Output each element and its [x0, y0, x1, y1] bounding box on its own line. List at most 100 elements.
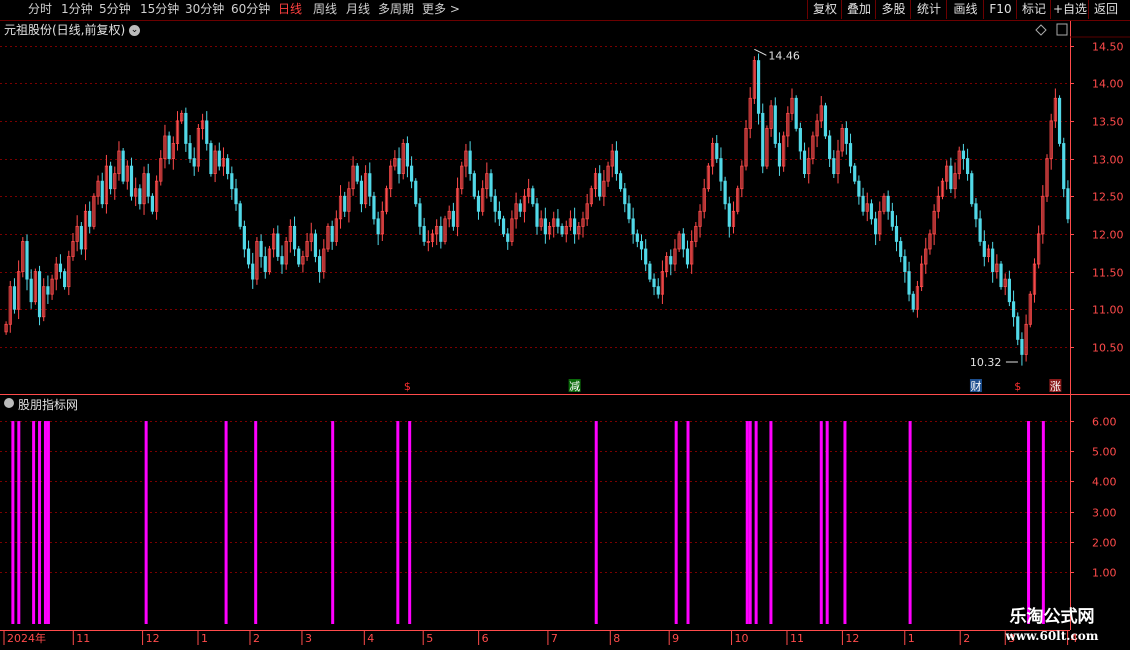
time-tick-label: 12 — [845, 632, 859, 645]
chart-canvas[interactable]: 14.5014.0013.5013.0012.5012.0011.5011.00… — [0, 0, 1130, 650]
indicator-bar — [38, 421, 42, 624]
candle-body — [978, 218, 982, 242]
candle-body — [656, 286, 660, 295]
candle-body — [472, 173, 476, 197]
candle-body — [619, 173, 623, 190]
candle-body — [359, 180, 364, 205]
candle-body — [138, 188, 142, 205]
time-tick-label: 11 — [790, 632, 804, 645]
candle-body — [623, 188, 627, 205]
candle-body — [280, 256, 284, 265]
time-tick-label: 1 — [201, 632, 208, 645]
candle-body — [192, 158, 196, 167]
candle-body — [982, 241, 986, 257]
candle-body — [635, 233, 639, 242]
candle-body — [100, 180, 104, 205]
candle-body — [1066, 188, 1070, 220]
candle-body — [828, 135, 832, 159]
price-tick-label: 12.00 — [1092, 229, 1124, 242]
candle-body — [238, 203, 242, 227]
candle-body — [184, 112, 188, 144]
candle-body — [414, 180, 418, 205]
time-tick-label: 9 — [672, 632, 679, 645]
candle-body — [991, 248, 995, 272]
indicator-bar — [843, 421, 847, 624]
price-tick-label: 13.00 — [1092, 154, 1124, 167]
candle-body — [715, 143, 719, 159]
candle-body — [573, 218, 577, 235]
candle-body — [234, 188, 238, 205]
candle-body — [405, 143, 410, 167]
time-tick-label: 5 — [426, 632, 433, 645]
candle-body — [355, 165, 359, 182]
candle-body — [1057, 97, 1062, 144]
candle-body — [911, 293, 915, 310]
indicator-bar — [819, 421, 823, 624]
candle-body — [773, 105, 777, 144]
price-tick-label: 14.00 — [1092, 78, 1124, 91]
candle-body — [297, 248, 301, 265]
indicator-bar — [769, 421, 773, 624]
candle-body — [368, 173, 372, 197]
candle-body — [292, 225, 297, 250]
indicator-tick-label: 6.00 — [1092, 416, 1117, 429]
candle-body — [25, 241, 29, 280]
diamond-icon — [1035, 24, 1047, 36]
candle-body — [209, 143, 213, 175]
candle-body — [652, 278, 656, 288]
candle-body — [109, 165, 113, 190]
candle-body — [129, 165, 134, 197]
candle-body — [644, 248, 648, 265]
candle-body — [723, 180, 727, 205]
time-tick-label: 2024年 — [7, 631, 46, 645]
indicator-bar — [1041, 421, 1045, 624]
candle-body — [560, 225, 564, 235]
candle-body — [1007, 278, 1011, 303]
candle-body — [37, 271, 42, 318]
candle-body — [276, 233, 280, 257]
candle-body — [903, 256, 907, 272]
candle-body — [259, 241, 263, 257]
indicator-bar — [144, 421, 148, 624]
candle-body — [961, 150, 966, 159]
candle-body — [857, 180, 861, 197]
candle-body — [874, 218, 878, 235]
indicator-bar — [748, 421, 752, 624]
candle-body — [669, 256, 673, 265]
candle-body — [681, 233, 685, 250]
candle-body — [246, 248, 251, 265]
candle-body — [318, 256, 322, 272]
indicator-tick-label: 4.00 — [1092, 476, 1117, 489]
candle-body — [150, 195, 155, 212]
candle-body — [531, 188, 535, 205]
candle-body — [12, 286, 17, 310]
candle-body — [761, 112, 765, 167]
event-marker-report: 财 — [970, 379, 981, 393]
time-tick-label: 6 — [482, 632, 489, 645]
high-marker-line — [754, 48, 767, 56]
indicator-bar — [43, 421, 47, 624]
candle-body — [372, 195, 376, 220]
candle-body — [226, 158, 230, 175]
indicator-bar — [754, 421, 758, 624]
candle-body — [376, 218, 380, 235]
candle-body — [330, 225, 334, 242]
candle-body — [146, 173, 150, 197]
candle-body — [974, 203, 978, 220]
candle-body — [205, 120, 209, 144]
candle-body — [556, 218, 560, 227]
candles — [4, 53, 1070, 366]
indicator-bar — [594, 421, 598, 624]
indicator-tick-label: 5.00 — [1092, 446, 1117, 459]
time-tick-label: 4 — [367, 632, 374, 645]
candle-body — [823, 105, 828, 137]
candle-body — [832, 158, 836, 175]
candle-body — [493, 195, 497, 212]
candle-body — [685, 248, 690, 265]
candle-body — [798, 128, 802, 152]
time-tick-label: 1 — [908, 632, 915, 645]
time-tick-label: 3 — [305, 632, 312, 645]
indicator-bar — [11, 421, 15, 624]
candle-body — [894, 225, 899, 242]
indicator-bar — [686, 421, 690, 624]
